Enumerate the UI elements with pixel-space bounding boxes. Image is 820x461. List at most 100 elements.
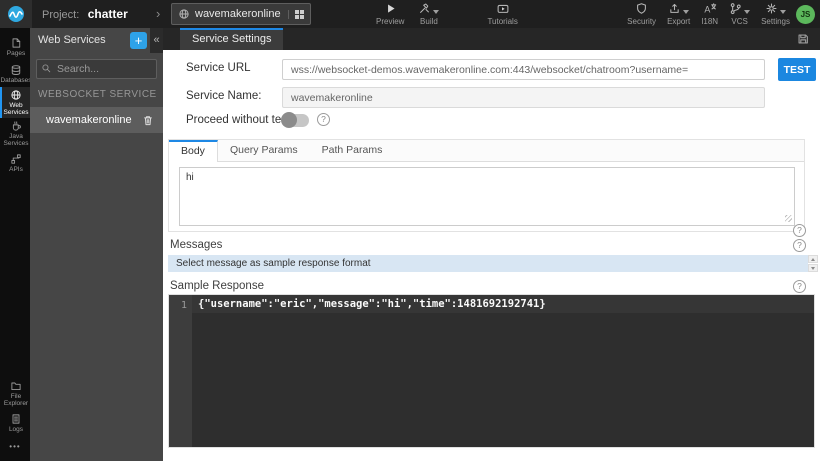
sample-response-label: Sample Response — [170, 280, 264, 292]
message-select-bar[interactable]: Select message as sample response format — [168, 255, 808, 272]
export-button[interactable]: Export — [667, 2, 690, 26]
wavemaker-logo-icon — [8, 6, 24, 22]
globe-icon — [179, 9, 189, 19]
sidebar-item-apis[interactable]: APIs — [0, 149, 30, 176]
doc-tab-wavemakeronline[interactable]: wavemakeronline — [171, 3, 311, 25]
panel-header: Web Services + « — [30, 28, 163, 53]
resize-handle[interactable] — [785, 215, 792, 222]
arrow-down-icon — [811, 266, 815, 270]
project-breadcrumb: Project: chatter — [42, 0, 128, 28]
tab-path-params[interactable]: Path Params — [310, 140, 395, 161]
build-button[interactable]: Build — [418, 2, 440, 26]
service-item-wavemakeronline[interactable]: wavemakeronline — [30, 107, 163, 133]
service-name-label: Service Name: — [186, 90, 262, 102]
arrow-up-icon — [811, 257, 815, 261]
chevron-down-icon — [433, 10, 440, 14]
main-tab-bar: Service Settings — [163, 28, 820, 50]
tab-service-settings[interactable]: Service Settings — [180, 28, 284, 50]
sidebar-item-java-services[interactable]: Java Services — [0, 118, 30, 149]
request-tabs: Body Query Params Path Params — [169, 140, 804, 162]
web-services-panel: Web Services + « WEBSOCKET SERVICE wavem… — [30, 28, 163, 461]
more-icon[interactable]: ••• — [0, 436, 30, 461]
code-line-1: {"username":"eric","message":"hi","time"… — [192, 295, 814, 313]
panel-title: Web Services — [38, 34, 106, 46]
help-icon[interactable]: ? — [317, 113, 330, 126]
trash-icon[interactable] — [142, 114, 154, 127]
search-icon — [42, 64, 51, 73]
service-url-input[interactable] — [282, 59, 765, 80]
sidebar-item-logs[interactable]: Logs — [0, 409, 30, 436]
line-number: 1 — [180, 300, 187, 311]
chevron-down-icon — [744, 10, 751, 14]
toggle-knob — [281, 112, 297, 128]
build-tools-icon — [420, 3, 430, 13]
wavemaker-logo[interactable] — [0, 0, 32, 28]
globe-icon — [11, 90, 21, 100]
proceed-toggle[interactable] — [281, 112, 309, 128]
top-bar: Project: chatter › wavemakeronline Previ… — [0, 0, 820, 28]
user-avatar[interactable]: JS — [796, 5, 815, 24]
main-area: Service Settings Service URL TEST Servic… — [163, 28, 820, 461]
rail-spacer — [0, 176, 30, 378]
tab-query-params[interactable]: Query Params — [218, 140, 310, 161]
code-area[interactable]: {"username":"eric","message":"hi","time"… — [192, 295, 814, 447]
service-name-input[interactable] — [282, 87, 765, 108]
svg-text:A: A — [704, 5, 710, 15]
video-tutorial-icon — [497, 4, 509, 13]
search-box — [36, 59, 157, 79]
folder-icon — [11, 382, 21, 391]
help-icon[interactable]: ? — [793, 224, 806, 237]
preview-button[interactable]: Preview — [376, 2, 404, 26]
body-input[interactable]: hi — [179, 167, 795, 226]
chevron-right-icon: › — [156, 6, 161, 21]
scroll-up-button[interactable] — [808, 255, 818, 263]
export-icon — [670, 3, 679, 13]
tab-body[interactable]: Body — [169, 140, 218, 162]
sidebar-item-web-services[interactable]: Web Services — [0, 87, 30, 118]
settings-button[interactable]: Settings — [761, 2, 790, 26]
add-service-button[interactable]: + — [130, 32, 147, 49]
websocket-service-section-label: WEBSOCKET SERVICE — [38, 89, 157, 100]
help-icon[interactable]: ? — [793, 280, 806, 293]
log-file-icon — [12, 413, 20, 424]
shield-icon — [637, 3, 647, 14]
branch-icon — [730, 3, 741, 15]
service-item-label: wavemakeronline — [46, 114, 132, 126]
tutorials-button[interactable]: Tutorials — [487, 2, 518, 26]
messages-label: Messages — [170, 239, 223, 251]
sample-response-editor[interactable]: 1 {"username":"eric","message":"hi","tim… — [168, 294, 815, 448]
sidebar-item-file-explorer[interactable]: File Explorer — [0, 378, 30, 409]
database-icon — [11, 64, 21, 75]
play-icon — [387, 4, 395, 13]
i18n-button[interactable]: A I18N — [701, 2, 718, 26]
chevron-down-icon — [683, 10, 690, 14]
scroll-down-button[interactable] — [808, 264, 818, 272]
request-section: Body Query Params Path Params hi — [168, 139, 805, 232]
service-url-label: Service URL — [186, 62, 251, 74]
collapse-panel-button[interactable]: « — [150, 28, 163, 53]
grid-icon[interactable] — [287, 9, 304, 19]
api-connector-icon — [11, 153, 21, 164]
project-name: chatter — [87, 7, 128, 21]
search-input[interactable] — [36, 59, 157, 79]
gear-icon — [766, 3, 777, 14]
project-label: Project: — [42, 9, 80, 21]
chevron-down-icon — [780, 10, 787, 14]
help-icon[interactable]: ? — [793, 239, 806, 252]
translate-icon: A — [704, 3, 716, 15]
wavemaker-studio: Project: chatter › wavemakeronline Previ… — [0, 0, 820, 461]
save-icon[interactable] — [796, 32, 810, 46]
page-icon — [12, 37, 21, 48]
security-button[interactable]: Security — [627, 2, 656, 26]
toolbar-right: Security Export A I18N VCS Settings — [627, 2, 790, 26]
toolbar-left: Preview Build Tutorials — [376, 2, 518, 26]
sidebar-item-databases[interactable]: Databases — [0, 60, 32, 87]
line-number-gutter: 1 — [169, 295, 192, 447]
vcs-button[interactable]: VCS — [729, 2, 751, 26]
doc-tab-label: wavemakeronline — [195, 8, 281, 20]
left-icon-rail: Pages Databases Web Services Java Servic… — [0, 28, 32, 461]
test-button[interactable]: TEST — [778, 58, 816, 81]
sidebar-item-pages[interactable]: Pages — [0, 33, 30, 60]
coffee-cup-icon — [12, 121, 21, 131]
messages-scrollbar — [808, 255, 818, 272]
